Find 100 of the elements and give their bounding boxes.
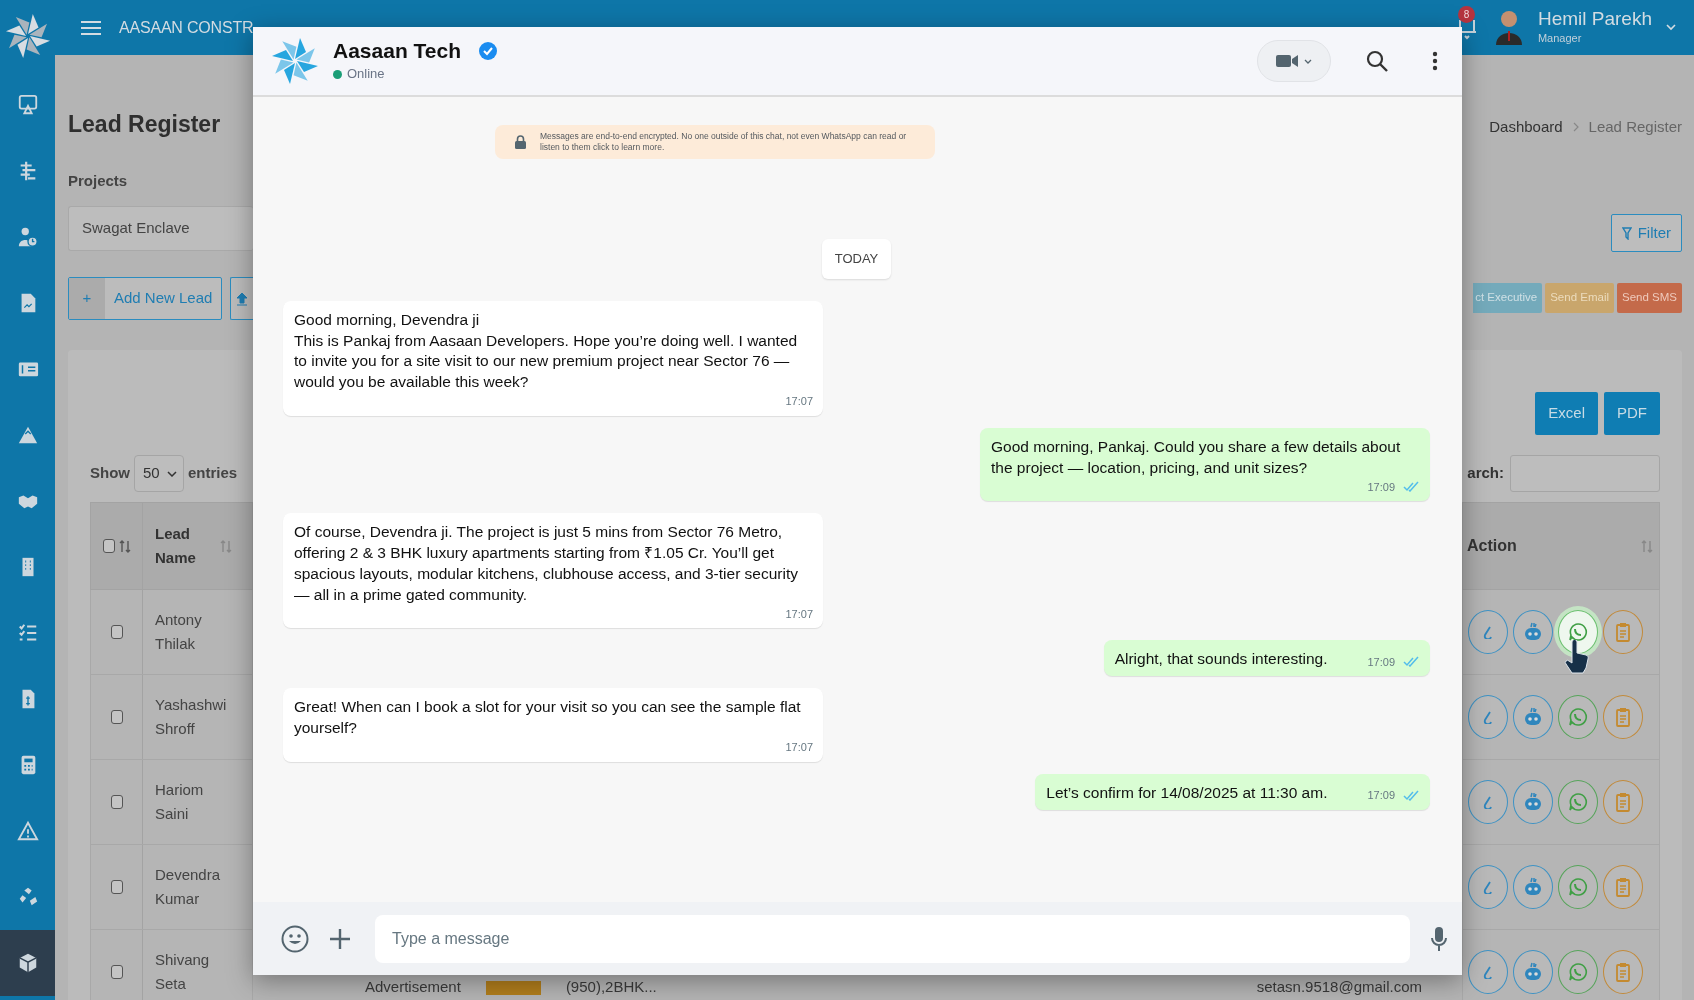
status-tag — [485, 980, 541, 995]
edit-button[interactable] — [1468, 610, 1508, 654]
hand-cursor-icon — [1564, 640, 1590, 674]
column-header[interactable]: Lead Name — [155, 522, 195, 570]
chat-bubble-icon — [1568, 877, 1588, 897]
edit-button[interactable] — [1468, 950, 1508, 994]
edit-icon — [1483, 710, 1493, 724]
chevron-down-icon — [1666, 24, 1676, 31]
warning-icon — [16, 820, 39, 842]
breadcrumb-item[interactable]: Dashboard — [1489, 117, 1563, 137]
export-button[interactable]: PDF — [1604, 392, 1660, 435]
video-camera-icon — [1276, 54, 1298, 68]
clipboard-button[interactable] — [1603, 695, 1643, 739]
video-call-button[interactable] — [1257, 40, 1331, 82]
edit-icon — [1483, 965, 1493, 979]
sort-icon — [118, 539, 131, 553]
sort-icon — [220, 539, 232, 553]
clipboard-button[interactable] — [1603, 780, 1643, 824]
chat-bubble-icon — [1568, 622, 1588, 642]
add-lead-button[interactable]: + Add New Lead — [68, 277, 223, 320]
robot-button[interactable] — [1513, 780, 1553, 824]
sent-message: Good morning, Pankaj. Could you share a few details about the project — location, pricing, and unit sizes? 17:09 — [980, 427, 1430, 502]
more-options-button[interactable] — [1432, 51, 1438, 71]
page-size-select[interactable]: 50 — [134, 455, 184, 492]
clipboard-icon — [1613, 622, 1633, 642]
chevron-down-icon — [1304, 58, 1312, 64]
lead-name: Yashashwi Shroff — [155, 695, 228, 739]
robot-button[interactable] — [1513, 950, 1553, 994]
plus-icon — [329, 927, 351, 950]
presentation-icon — [16, 94, 39, 116]
chat-bubble-icon — [1568, 792, 1588, 812]
smiley-icon — [281, 924, 309, 953]
row-checkbox[interactable] — [110, 795, 123, 809]
user-role: Manager — [1537, 30, 1583, 46]
chat-bubble-icon — [1568, 962, 1588, 982]
robot-button[interactable] — [1513, 865, 1553, 909]
lead-name: Shivang Seta — [155, 950, 211, 994]
table-cell-text: setasn.9518@gmail.com — [1256, 977, 1422, 998]
filter-button[interactable]: Filter — [1610, 214, 1682, 252]
clipboard-icon — [1613, 707, 1633, 727]
robot-button[interactable] — [1513, 695, 1553, 739]
contact-status: Online — [347, 65, 385, 84]
project-select[interactable]: Swagat Enclave — [68, 206, 253, 251]
received-message: Great! When can I book a slot for your visit so you can see the sample flat yourself? 17:07 — [283, 688, 823, 762]
select-all-checkbox[interactable] — [102, 539, 115, 553]
edit-icon — [1483, 880, 1493, 894]
action-button[interactable]: Send SMS — [1617, 283, 1682, 313]
date-chip: TODAY — [821, 239, 892, 279]
attach-button[interactable] — [329, 927, 351, 950]
lead-name: Antony Thilak — [155, 610, 203, 654]
row-checkbox[interactable] — [110, 710, 123, 724]
edit-button[interactable] — [1468, 695, 1508, 739]
edit-icon — [1483, 625, 1493, 639]
column-header[interactable]: Action — [1467, 534, 1517, 558]
sent-message: Let’s confirm for 14/08/2025 at 11:30 am. 17:09 — [1035, 773, 1430, 810]
message-time: 17:07 — [785, 606, 813, 622]
row-checkbox[interactable] — [110, 880, 123, 894]
edit-button[interactable] — [1468, 780, 1508, 824]
chevron-down-icon — [167, 470, 177, 477]
export-button[interactable]: Excel — [1535, 392, 1598, 435]
search-label: arch: — [1467, 463, 1504, 484]
clipboard-button[interactable] — [1603, 865, 1643, 909]
menu-button[interactable] — [81, 19, 101, 36]
robot-icon — [1523, 877, 1543, 897]
emoji-button[interactable] — [281, 924, 309, 953]
user-clock-icon — [16, 226, 39, 248]
microphone-button[interactable] — [1430, 925, 1448, 952]
search-icon — [1366, 50, 1388, 72]
search-field[interactable] — [1510, 455, 1660, 492]
breadcrumb-item: Lead Register — [1588, 117, 1682, 137]
logo-icon — [4, 13, 51, 59]
message-time: 17:09 — [1367, 654, 1395, 670]
brand-name: AASAAN CONSTR — [119, 17, 254, 38]
robot-icon — [1523, 792, 1543, 812]
encryption-notice[interactable]: Messages are end-to-end encrypted. No one outside of this chat, not even WhatsApp can read or listen to them click to learn more. — [495, 125, 935, 160]
chat-button[interactable] — [1558, 610, 1598, 654]
user-name[interactable]: Hemil Parekh — [1537, 8, 1652, 30]
robot-button[interactable] — [1513, 610, 1553, 654]
upload-button[interactable] — [230, 277, 253, 320]
search-button[interactable] — [1366, 50, 1388, 72]
edit-button[interactable] — [1468, 865, 1508, 909]
cube-icon — [16, 952, 39, 974]
sent-message: Alright, that sounds interesting. 17:09 — [1103, 640, 1430, 677]
clipboard-icon — [1613, 962, 1633, 982]
entries-label: entries — [188, 463, 238, 484]
clipboard-button[interactable] — [1603, 950, 1643, 994]
sidebar-item[interactable] — [0, 930, 55, 996]
action-button[interactable]: ct Executive — [1473, 283, 1543, 313]
chat-bubble-icon — [1568, 707, 1588, 727]
clipboard-icon — [1613, 877, 1633, 897]
logo-icon — [271, 37, 319, 85]
message-time: 17:09 — [1367, 788, 1395, 803]
row-checkbox[interactable] — [110, 625, 123, 639]
menu-icon — [81, 19, 101, 36]
message-input[interactable]: Type a message — [375, 914, 1410, 963]
received-message: Good morning, Devendra ji This is Pankaj from Aasaan Developers. Hope you’re doing well. I wanted to invite you for a site visit to our new premium project near Sector 76 — would you be available this week? 17:07 — [283, 300, 823, 416]
lock-icon — [515, 135, 526, 150]
show-label: Show — [90, 463, 130, 484]
clipboard-button[interactable] — [1603, 610, 1643, 654]
row-checkbox[interactable] — [110, 965, 123, 979]
